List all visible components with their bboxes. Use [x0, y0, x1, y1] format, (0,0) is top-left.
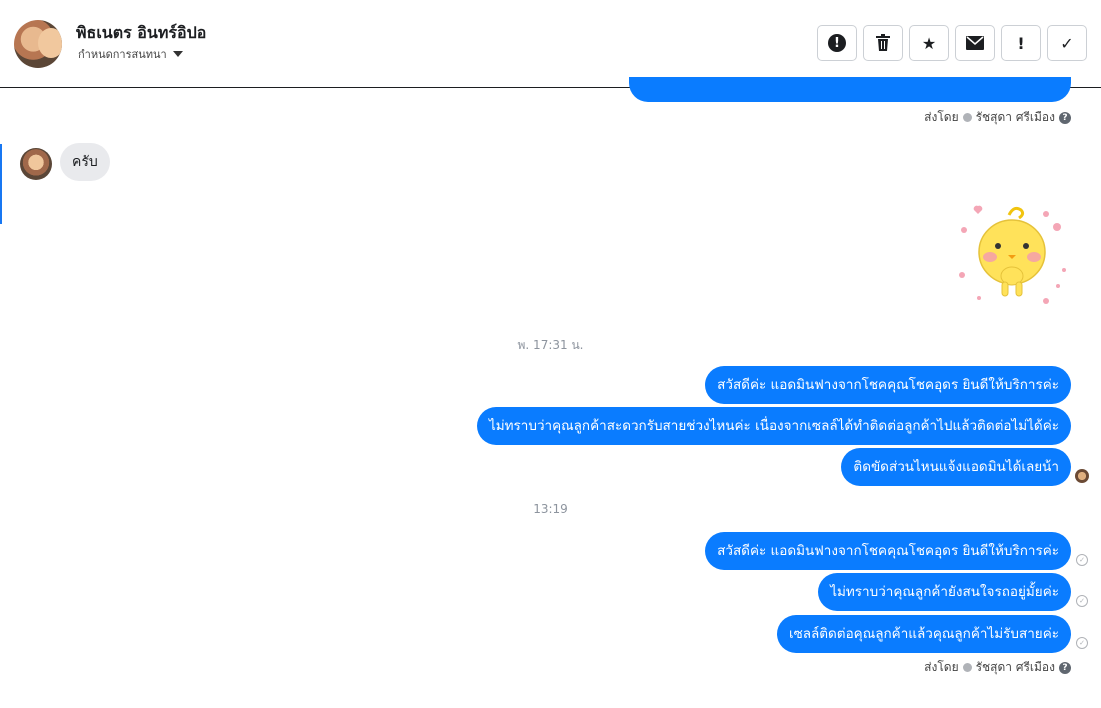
mark-unread-button[interactable] [955, 25, 995, 61]
sent-by-name[interactable]: รัชสุดา ศรีเมือง [976, 108, 1055, 127]
help-icon[interactable]: ? [1059, 111, 1071, 124]
report-circle-icon: ! [828, 34, 846, 52]
outgoing-message[interactable]: ไม่ทราบว่าคุณลูกค้ายังสนใจรถอยู่มั้ยค่ะ [818, 573, 1071, 611]
star-icon: ★ [921, 33, 937, 53]
thread-accent-bar [0, 144, 2, 224]
contact-avatar-small[interactable] [20, 148, 52, 180]
message-thread[interactable]: ส่งโดย รัชสุดา ศรีเมือง ? ครับ พ. 17:31 … [0, 77, 1101, 708]
previous-message-bubble[interactable] [629, 77, 1071, 102]
chick-sticker[interactable] [954, 200, 1069, 310]
envelope-icon [966, 36, 984, 50]
outgoing-message[interactable]: เซลล์ติดต่อคุณลูกค้าแล้วคุณลูกค้าไม่รับส… [776, 615, 1071, 653]
outgoing-message[interactable]: สวัสดีค่ะ แอดมินฟางจากโชคคุณโชคอุดร ยินด… [705, 532, 1071, 570]
seen-avatar-icon [1075, 469, 1089, 483]
sent-status-icon [962, 113, 972, 122]
timestamp-divider: 13:19 [533, 502, 568, 516]
sent-by-prefix: ส่งโดย [924, 110, 959, 124]
sent-by-info: ส่งโดย รัชสุดา ศรีเมือง ? [924, 108, 1071, 127]
trash-icon [876, 34, 890, 51]
exclamation-icon: ! [1017, 33, 1025, 53]
sent-status-icon [962, 663, 972, 672]
mark-done-button[interactable]: ✓ [1047, 25, 1087, 61]
outgoing-message[interactable]: ติดขัดส่วนไหนแจ้งแอดมินได้เลยน้า [841, 448, 1071, 486]
assign-conversation-dropdown[interactable]: กำหนดการสนทนา [78, 45, 183, 63]
outgoing-message[interactable]: ไม่ทราบว่าคุณลูกค้าสะดวกรับสายช่วงไหนค่ะ… [476, 407, 1071, 445]
report-button[interactable]: ! [817, 25, 857, 61]
assign-conversation-label: กำหนดการสนทนา [78, 48, 167, 61]
delivered-check-icon: ✓ [1076, 637, 1088, 649]
help-icon[interactable]: ? [1059, 661, 1071, 674]
conversation-toolbar: ! ★ ! ✓ [817, 25, 1087, 61]
outgoing-message[interactable]: สวัสดีค่ะ แอดมินฟางจากโชคคุณโชคอุดร ยินด… [705, 366, 1071, 404]
delivered-check-icon: ✓ [1076, 595, 1088, 607]
incoming-message[interactable]: ครับ [60, 143, 110, 181]
delete-button[interactable] [863, 25, 903, 61]
sent-by-prefix: ส่งโดย [924, 660, 959, 674]
spam-button[interactable]: ! [1001, 25, 1041, 61]
star-button[interactable]: ★ [909, 25, 949, 61]
timestamp-divider: พ. 17:31 น. [517, 338, 584, 352]
delivered-check-icon: ✓ [1076, 554, 1088, 566]
caret-down-icon [172, 51, 183, 57]
contact-avatar[interactable] [14, 20, 62, 68]
sent-by-name[interactable]: รัชสุดา ศรีเมือง [976, 658, 1055, 677]
check-icon: ✓ [1060, 33, 1074, 53]
sent-by-info: ส่งโดย รัชสุดา ศรีเมือง ? [924, 658, 1071, 677]
contact-name[interactable]: พิธเนตร อินทร์อิปอ [76, 21, 206, 46]
conversation-header: พิธเนตร อินทร์อิปอ กำหนดการสนทนา ! ★ ! ✓ [0, 0, 1101, 88]
